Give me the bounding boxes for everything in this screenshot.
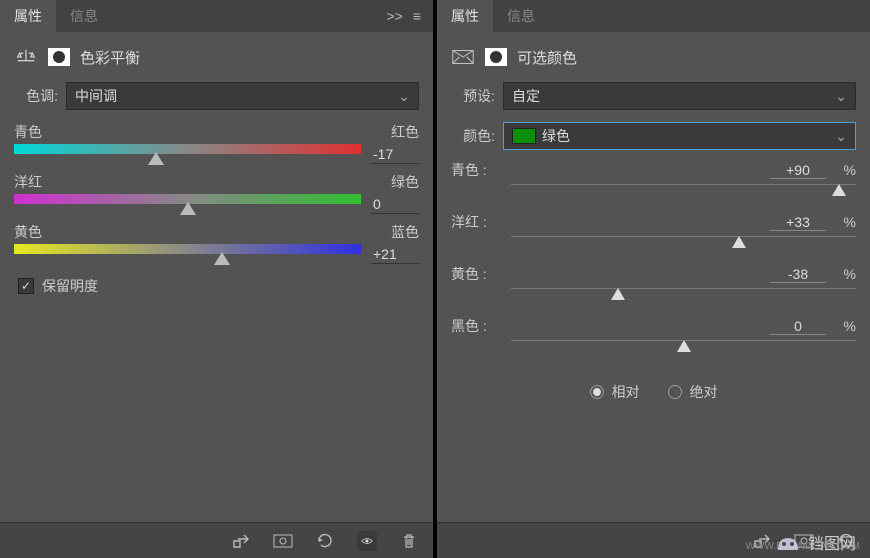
tab-info[interactable]: 信息 (56, 0, 112, 34)
slider-right-label: 红色 (391, 122, 419, 142)
tab-properties[interactable]: 属性 (0, 0, 56, 34)
tab-bar: 属性 信息 (437, 0, 870, 32)
channel-label: 青色 : (451, 160, 511, 180)
delete-icon[interactable] (399, 531, 419, 551)
panel-footer (0, 522, 433, 558)
slider-thumb[interactable] (180, 202, 196, 215)
relative-radio[interactable]: 相对 (590, 382, 640, 402)
slider-row-2: 黄色 蓝色 +21 (0, 216, 433, 266)
slider-value[interactable]: 0 (371, 195, 419, 214)
preset-label: 预设: (451, 86, 495, 106)
mask-icon (48, 48, 70, 66)
slider-left-label: 洋红 (14, 172, 42, 192)
percent-unit: % (826, 214, 856, 230)
clip-to-layer-icon[interactable] (231, 531, 251, 551)
channel-slider[interactable] (511, 184, 856, 200)
method-radio-group: 相对 绝对 (437, 364, 870, 420)
slider-row-0: 青色 红色 -17 (0, 116, 433, 166)
reset-icon[interactable] (315, 531, 335, 551)
radio-dot (590, 385, 604, 399)
channel-row-0: 青色 : +90 % (437, 156, 870, 180)
percent-unit: % (826, 266, 856, 282)
logo-watermark: 铛图网 (774, 530, 856, 554)
tab-properties[interactable]: 属性 (437, 0, 493, 34)
panel-menu-icon[interactable]: ≡ (413, 8, 421, 24)
channel-slider[interactable] (511, 288, 856, 304)
preserve-luminosity-label: 保留明度 (42, 276, 98, 296)
slider-left-label: 黄色 (14, 222, 42, 242)
tone-select[interactable]: 中间调 (66, 82, 419, 110)
channel-value[interactable]: -38 (770, 266, 826, 283)
visibility-icon[interactable] (357, 531, 377, 551)
preset-select[interactable]: 自定 (503, 82, 856, 110)
mask-icon (485, 48, 507, 66)
channel-label: 黄色 : (451, 264, 511, 284)
tab-bar: 属性 信息 >> ≡ (0, 0, 433, 32)
slider-row-1: 洋红 绿色 0 (0, 166, 433, 216)
balance-icon (14, 46, 38, 68)
slider-thumb[interactable] (732, 236, 746, 248)
channel-slider[interactable] (511, 236, 856, 252)
panel-title: 色彩平衡 (80, 47, 140, 68)
view-previous-icon[interactable] (273, 531, 293, 551)
slider-track[interactable] (14, 244, 361, 254)
slider-thumb[interactable] (148, 152, 164, 165)
slider-track[interactable] (14, 144, 361, 154)
slider-value[interactable]: +21 (371, 245, 419, 264)
collapse-icon[interactable]: >> (386, 8, 402, 24)
channel-value[interactable]: 0 (770, 318, 826, 335)
slider-track[interactable] (14, 194, 361, 204)
selective-color-icon (451, 46, 475, 68)
channel-row-2: 黄色 : -38 % (437, 260, 870, 284)
slider-thumb[interactable] (611, 288, 625, 300)
channel-value[interactable]: +33 (770, 214, 826, 231)
color-select[interactable]: 绿色 (503, 122, 856, 150)
channel-row-3: 黑色 : 0 % (437, 312, 870, 336)
channel-slider[interactable] (511, 340, 856, 356)
channel-value[interactable]: +90 (770, 162, 826, 179)
absolute-radio[interactable]: 绝对 (668, 382, 718, 402)
slider-right-label: 绿色 (391, 172, 419, 192)
slider-thumb[interactable] (832, 184, 846, 196)
slider-thumb[interactable] (214, 252, 230, 265)
percent-unit: % (826, 162, 856, 178)
preserve-luminosity-checkbox[interactable]: ✓ (18, 278, 34, 294)
channel-label: 洋红 : (451, 212, 511, 232)
radio-dot (668, 385, 682, 399)
channel-row-1: 洋红 : +33 % (437, 208, 870, 232)
channel-label: 黑色 : (451, 316, 511, 336)
selective-color-panel: PS设计教程网 WWW.MISSYUAN.NET 属性 信息 可选颜色 预设: … (437, 0, 870, 558)
color-swatch (512, 128, 536, 144)
slider-thumb[interactable] (677, 340, 691, 352)
slider-value[interactable]: -17 (371, 145, 419, 164)
panel-title: 可选颜色 (517, 47, 577, 68)
tab-info[interactable]: 信息 (493, 0, 549, 34)
slider-left-label: 青色 (14, 122, 42, 142)
color-label: 颜色: (451, 126, 495, 146)
percent-unit: % (826, 318, 856, 334)
color-balance-panel: 属性 信息 >> ≡ 色彩平衡 色调: 中间调 青色 红色 -17 (0, 0, 433, 558)
tone-label: 色调: (14, 86, 58, 106)
slider-right-label: 蓝色 (391, 222, 419, 242)
